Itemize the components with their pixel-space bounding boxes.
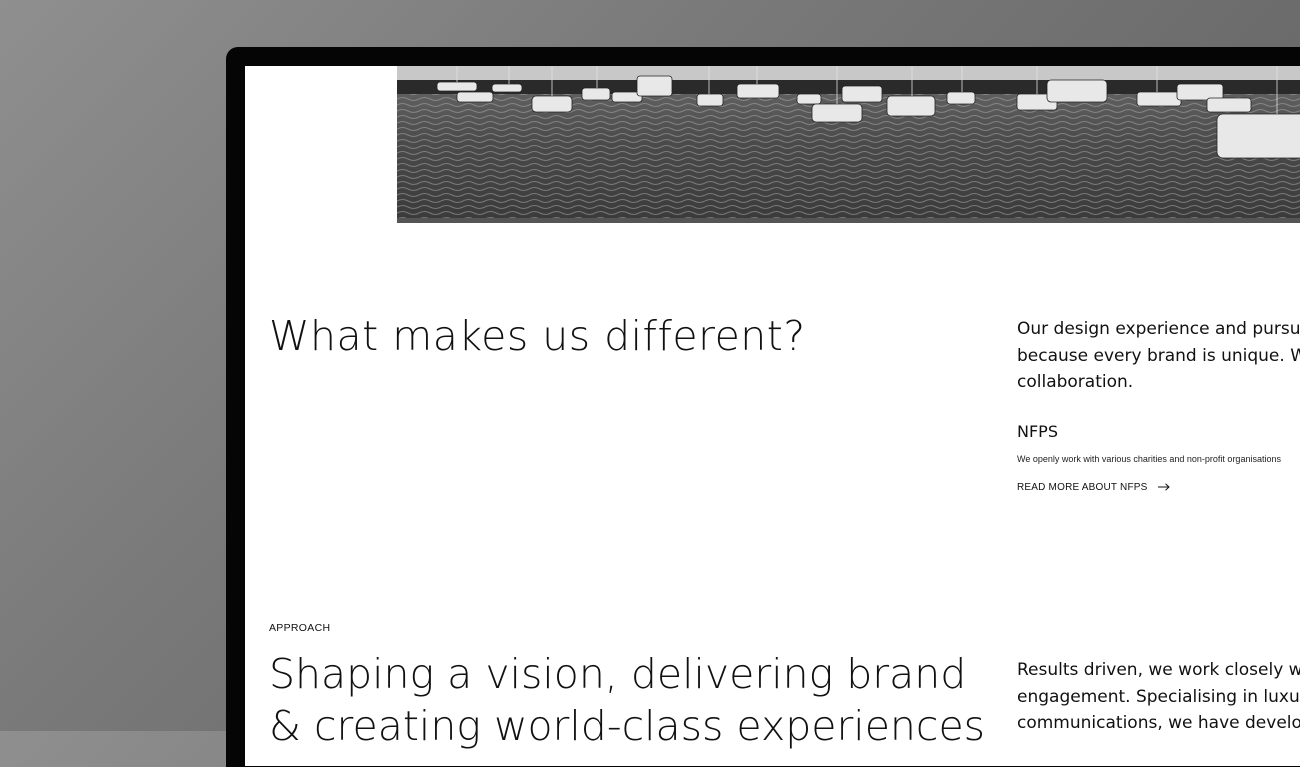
approach-heading-line: & creating world-class experiences xyxy=(269,702,986,750)
approach-body: Results driven, we work closely with o e… xyxy=(1017,657,1300,737)
different-content: Our design experience and pursuit for be… xyxy=(1017,316,1300,495)
read-more-label: READ MORE ABOUT NFPS xyxy=(1017,481,1148,493)
hero-image-boats xyxy=(397,66,1300,223)
nfps-title: NFPS xyxy=(1017,421,1058,441)
approach-heading: Shaping a vision, delivering brand & cre… xyxy=(269,648,989,752)
nfps-description: We openly work with various charities an… xyxy=(1017,453,1281,464)
different-lead: Our design experience and pursuit for be… xyxy=(1017,316,1300,396)
read-more-nfps-link[interactable]: READ MORE ABOUT NFPS xyxy=(1017,482,1170,493)
lead-line: Our design experience and pursuit for xyxy=(1017,319,1300,339)
lead-line: collaboration. xyxy=(1017,372,1134,392)
approach-body-line: communications, we have developed r xyxy=(1017,713,1300,733)
approach-body-line: Results driven, we work closely with o xyxy=(1017,660,1300,680)
lead-line: because every brand is unique. We're xyxy=(1017,345,1300,366)
section-heading-different: What makes us different? xyxy=(269,312,806,360)
browser-viewport: What makes us different? Our design expe… xyxy=(245,66,1300,766)
harbor-photo xyxy=(397,66,1300,223)
approach-eyebrow: APPROACH xyxy=(269,622,331,634)
approach-body-line: engagement. Specialising in luxury bra xyxy=(1017,686,1300,707)
approach-heading-line: Shaping a vision, delivering brand xyxy=(269,650,967,698)
arrow-right-icon xyxy=(1157,483,1170,491)
